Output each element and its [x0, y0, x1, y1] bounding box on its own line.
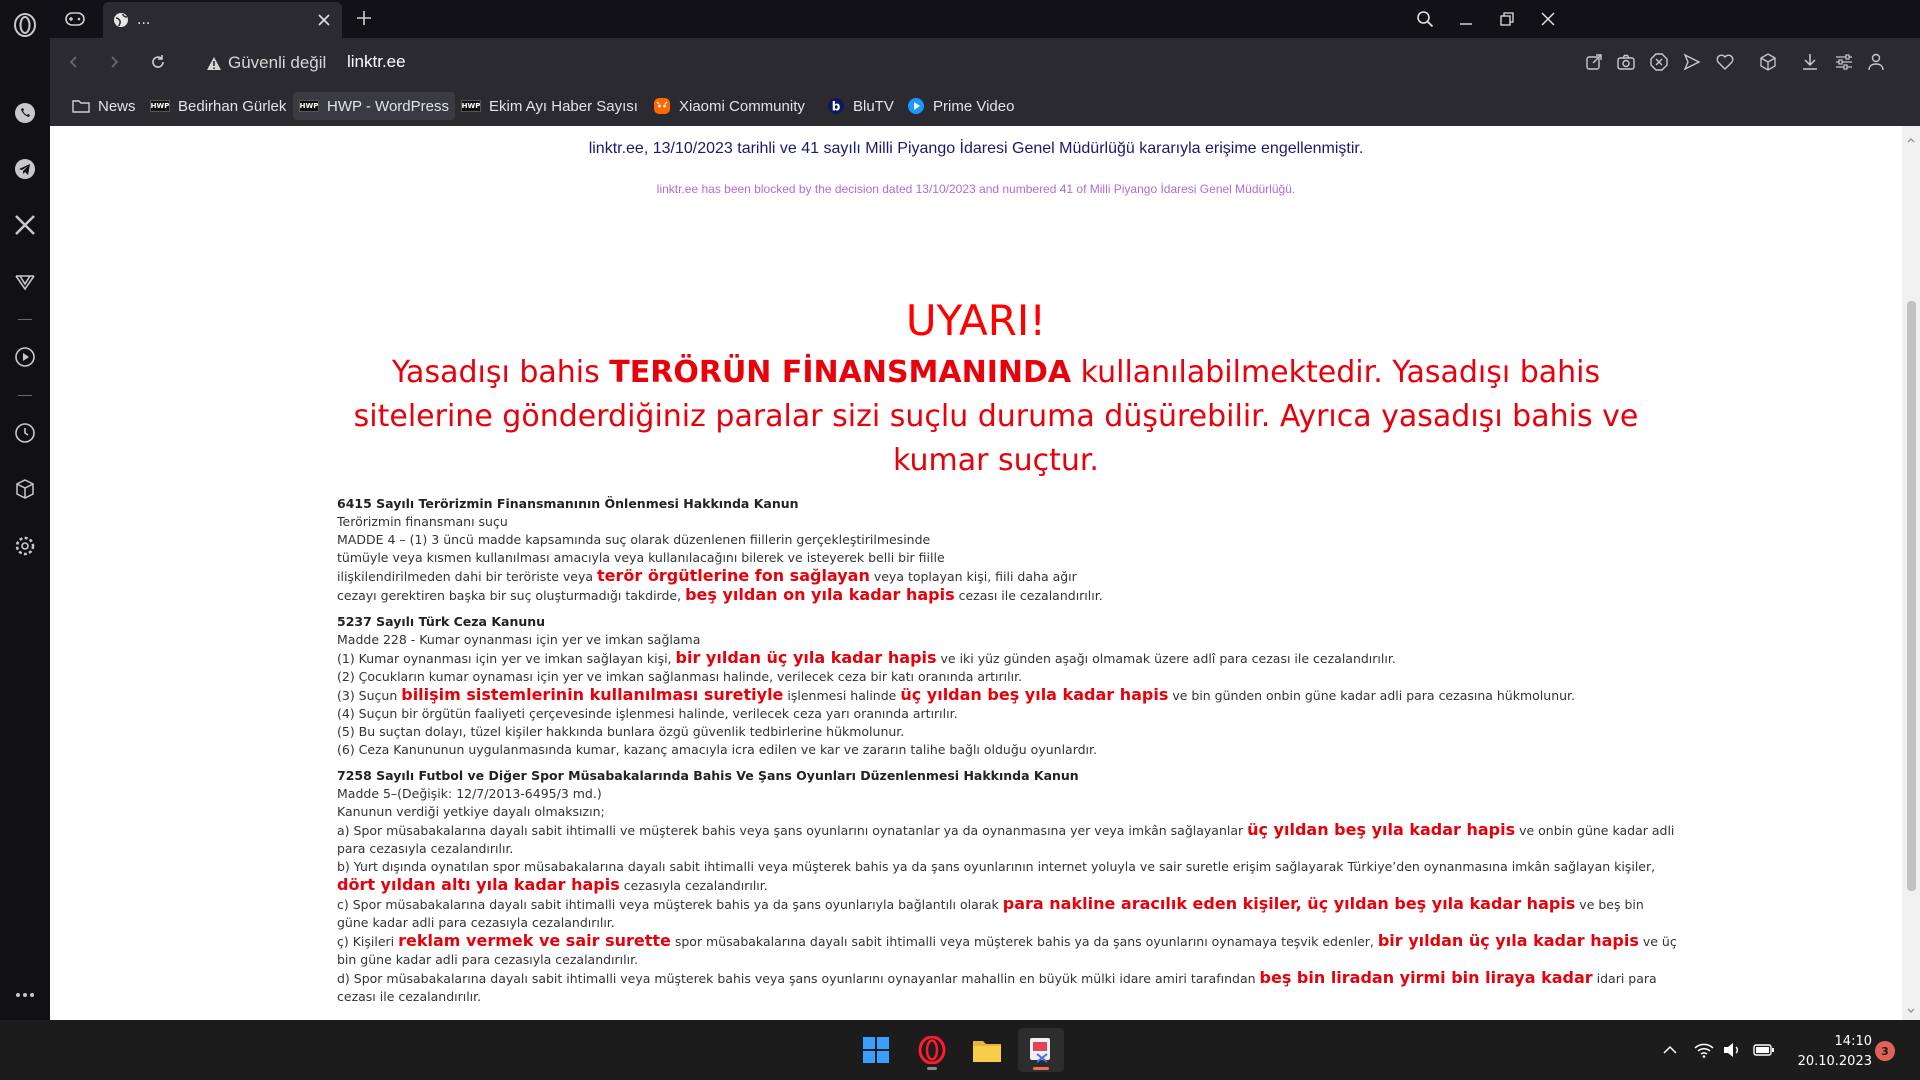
security-indicator[interactable]: Güvenli değil: [206, 52, 326, 74]
close-window-icon[interactable]: [1533, 4, 1563, 34]
gamepad-icon[interactable]: [62, 6, 88, 32]
bookmark-bedirhan-gurlek[interactable]: HWP Bedirhan Gürlek: [144, 92, 292, 120]
block-notice-en: linktr.ee has been blocked by the decisi…: [656, 182, 1296, 196]
tab-strip: ...: [50, 0, 1920, 38]
hwp-icon: HWP: [461, 100, 481, 112]
web-page: linktr.ee, 13/10/2023 tarihli ve 41 sayı…: [50, 126, 1902, 1020]
chevron-up-icon[interactable]: [1658, 1038, 1682, 1062]
security-label: Güvenli değil: [228, 53, 327, 72]
xiaomi-icon: [653, 97, 671, 115]
easy-setup-icon[interactable]: [1832, 50, 1856, 74]
vk-icon[interactable]: [10, 267, 40, 297]
close-tab-icon[interactable]: [314, 10, 334, 30]
snapshot-camera-icon[interactable]: [1614, 50, 1638, 74]
opera-taskbar-icon[interactable]: [909, 1028, 955, 1072]
bookmark-prime-video[interactable]: Prime Video: [901, 92, 1020, 120]
blutv-icon: b: [827, 97, 845, 115]
svg-text:b: b: [832, 100, 841, 114]
back-arrow-icon[interactable]: [60, 48, 88, 76]
x-twitter-icon[interactable]: [10, 210, 40, 240]
hwp-icon: HWP: [150, 100, 170, 112]
tab-active[interactable]: ...: [103, 2, 342, 38]
clock-time: 14:10: [1834, 1034, 1872, 1049]
bookmark-ekim-ayi-haber-sayisi[interactable]: HWP Ekim Ayı Haber Sayısı: [455, 92, 644, 120]
snipping-tool-icon[interactable]: [1018, 1028, 1064, 1072]
cube-icon[interactable]: [1756, 50, 1780, 74]
search-tabs-icon[interactable]: [1410, 4, 1440, 34]
new-tab-plus-icon[interactable]: [352, 6, 376, 30]
law-5237: 5237 Sayılı Türk Ceza Kanunu Madde 228 -…: [337, 613, 1677, 759]
more-options-icon[interactable]: [10, 980, 40, 1010]
reload-icon[interactable]: [144, 48, 172, 76]
tab-title: ...: [137, 12, 151, 28]
file-explorer-icon[interactable]: [964, 1028, 1010, 1072]
scroll-thumb[interactable]: [1907, 301, 1916, 891]
edit-share-icon[interactable]: [1582, 50, 1606, 74]
law-texts: 6415 Sayılı Terörizmin Finansmanının Önl…: [337, 495, 1677, 1014]
uyari-heading: UYARI!: [905, 296, 1047, 345]
battery-icon[interactable]: [1752, 1038, 1776, 1062]
hwp-icon: HWP: [299, 100, 319, 112]
page-scrollbar[interactable]: [1902, 126, 1920, 1020]
bookmark-news[interactable]: News: [66, 92, 142, 120]
system-clock[interactable]: 14:10 20.10.2023: [1780, 1032, 1872, 1072]
law-title: 6415 Sayılı Terörizmin Finansmanının Önl…: [337, 496, 799, 511]
volume-icon[interactable]: [1720, 1038, 1744, 1062]
settings-gear-icon[interactable]: [10, 531, 40, 561]
warning-text: Yasadışı bahis TERÖRÜN FİNANSMANINDA kul…: [353, 355, 1639, 478]
clock-date: 20.10.2023: [1797, 1054, 1872, 1069]
folder-icon: [72, 99, 90, 113]
globe-icon: [113, 12, 129, 28]
send-flow-icon[interactable]: [1680, 50, 1704, 74]
windows-taskbar: 14:10 20.10.2023 3: [0, 1020, 1920, 1080]
warning-bold: TERÖRÜN FİNANSMANINDA: [609, 355, 1072, 390]
telegram-icon[interactable]: [10, 154, 40, 184]
address-bar: Güvenli değil linktr.ee: [50, 38, 1920, 86]
player-icon[interactable]: [10, 342, 40, 372]
bookmarks-bar: News HWP Bedirhan Gürlek HWP HWP - WordP…: [50, 86, 1920, 126]
history-icon[interactable]: [10, 418, 40, 448]
heart-icon[interactable]: [1713, 50, 1737, 74]
scroll-up-icon[interactable]: [1907, 128, 1915, 147]
warning-triangle-icon: [206, 56, 222, 71]
extensions-cube-icon[interactable]: [10, 474, 40, 504]
adblock-icon[interactable]: [1647, 50, 1671, 74]
bookmark-blutv[interactable]: b BluTV: [821, 92, 900, 120]
block-notice-tr: linktr.ee, 13/10/2023 tarihli ve 41 sayı…: [588, 140, 1364, 157]
bookmark-hwp-wordpress[interactable]: HWP HWP - WordPress: [293, 92, 455, 120]
wifi-icon[interactable]: [1692, 1038, 1716, 1062]
whatsapp-icon[interactable]: [10, 98, 40, 128]
restore-icon[interactable]: [1492, 4, 1522, 34]
opera-sidebar: [0, 0, 50, 1020]
profile-icon[interactable]: [1864, 50, 1888, 74]
windows-start-icon[interactable]: [853, 1028, 899, 1072]
law-title: 5237 Sayılı Türk Ceza Kanunu: [337, 614, 546, 629]
forward-arrow-icon[interactable]: [100, 48, 128, 76]
sidebar-divider: [18, 395, 32, 396]
law-6415: 6415 Sayılı Terörizmin Finansmanının Önl…: [337, 495, 1677, 605]
active-indicator: [1033, 1067, 1049, 1070]
scroll-down-icon[interactable]: [1907, 999, 1915, 1018]
bookmark-xiaomi-community[interactable]: Xiaomi Community: [647, 92, 811, 120]
url-text[interactable]: linktr.ee: [347, 52, 406, 72]
law-7258: 7258 Sayılı Futbol ve Diğer Spor Müsabak…: [337, 768, 1677, 1004]
running-indicator: [927, 1067, 937, 1070]
opera-menu-icon[interactable]: [10, 10, 40, 40]
notification-badge[interactable]: 3: [1875, 1041, 1895, 1061]
prime-video-icon: [907, 97, 925, 115]
sidebar-divider: [18, 319, 32, 320]
law-title: 7258 Sayılı Futbol ve Diğer Spor Müsabak…: [337, 768, 1079, 783]
minimize-icon[interactable]: [1451, 4, 1481, 34]
download-icon[interactable]: [1798, 50, 1822, 74]
